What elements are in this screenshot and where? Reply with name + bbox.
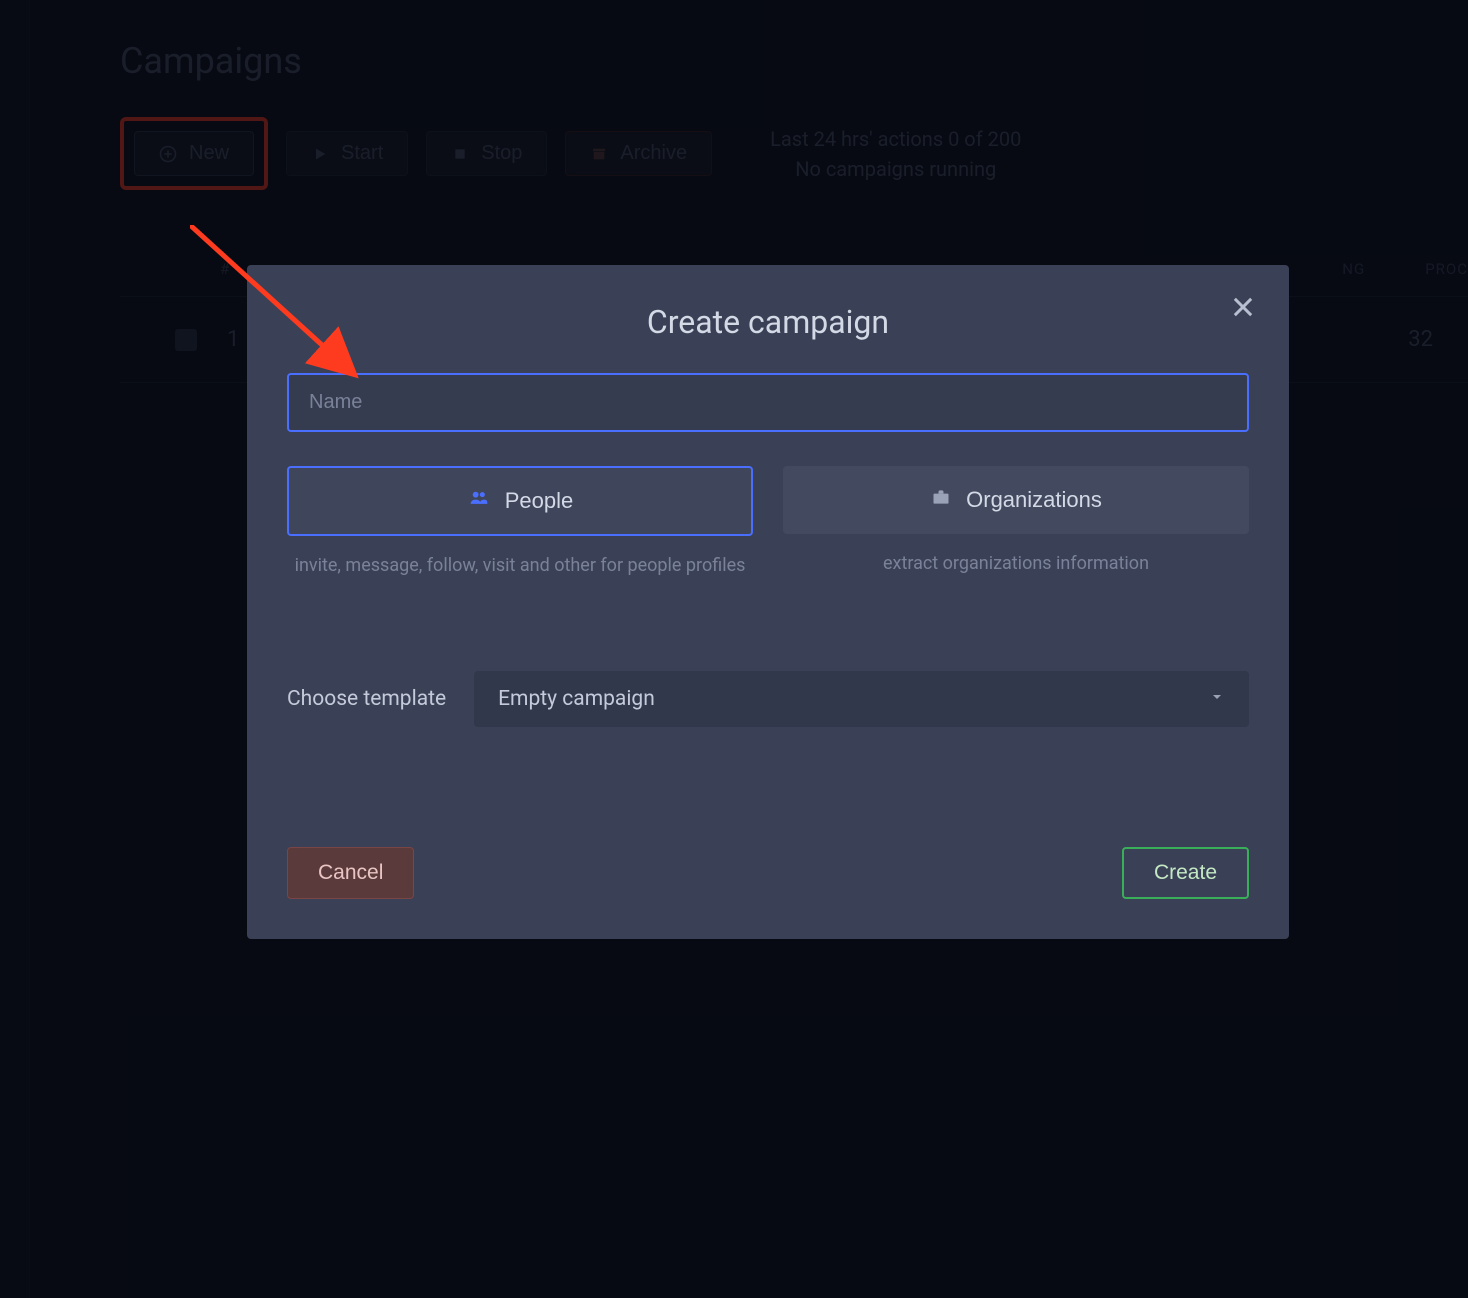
campaign-name-input[interactable] bbox=[287, 373, 1249, 432]
new-button-label: New bbox=[189, 142, 229, 165]
column-header-ng: NG bbox=[1342, 260, 1425, 278]
plus-circle-icon bbox=[159, 145, 177, 163]
page-title: Campaigns bbox=[120, 40, 1468, 82]
status-line-1: Last 24 hrs' actions 0 of 200 bbox=[770, 124, 1021, 154]
status-text: Last 24 hrs' actions 0 of 200 No campaig… bbox=[770, 124, 1021, 184]
create-campaign-modal: Create campaign People invite, message, … bbox=[247, 265, 1289, 939]
row-value: 32 bbox=[1408, 327, 1468, 352]
archive-icon bbox=[590, 145, 608, 163]
stop-button[interactable]: Stop bbox=[426, 131, 547, 176]
briefcase-icon bbox=[930, 487, 952, 513]
modal-footer: Cancel Create bbox=[287, 847, 1249, 899]
stop-icon bbox=[451, 145, 469, 163]
start-button[interactable]: Start bbox=[286, 131, 408, 176]
modal-title: Create campaign bbox=[287, 303, 1249, 341]
people-type-button[interactable]: People bbox=[287, 466, 753, 536]
template-label: Choose template bbox=[287, 687, 446, 711]
people-type-label: People bbox=[505, 488, 574, 514]
toolbar: New Start Stop Archive Last 24 hrs' acti… bbox=[120, 117, 1468, 190]
create-button[interactable]: Create bbox=[1122, 847, 1249, 899]
cancel-button[interactable]: Cancel bbox=[287, 847, 414, 899]
chevron-down-icon bbox=[1209, 687, 1225, 711]
archive-button-label: Archive bbox=[620, 142, 687, 165]
column-header-proc: PROC bbox=[1425, 260, 1468, 278]
row-number: 1 bbox=[227, 327, 239, 352]
column-header-hash: # bbox=[120, 260, 220, 278]
close-button[interactable] bbox=[1229, 293, 1257, 321]
template-select[interactable]: Empty campaign bbox=[474, 671, 1249, 727]
row-checkbox[interactable] bbox=[175, 329, 197, 351]
annotation-highlight-box: New bbox=[120, 117, 268, 190]
template-selected-value: Empty campaign bbox=[498, 687, 655, 711]
stop-button-label: Stop bbox=[481, 142, 522, 165]
new-button[interactable]: New bbox=[134, 131, 254, 176]
people-column: People invite, message, follow, visit an… bbox=[287, 466, 753, 581]
people-type-description: invite, message, follow, visit and other… bbox=[287, 552, 753, 581]
status-line-2: No campaigns running bbox=[770, 154, 1021, 184]
people-icon bbox=[467, 488, 491, 514]
play-icon bbox=[311, 145, 329, 163]
campaign-type-row: People invite, message, follow, visit an… bbox=[287, 466, 1249, 581]
sidebar-edge bbox=[0, 0, 30, 1298]
start-button-label: Start bbox=[341, 142, 383, 165]
archive-button[interactable]: Archive bbox=[565, 131, 712, 176]
organizations-type-button[interactable]: Organizations bbox=[783, 466, 1249, 534]
organizations-type-description: extract organizations information bbox=[783, 550, 1249, 579]
organizations-type-label: Organizations bbox=[966, 487, 1102, 513]
template-row: Choose template Empty campaign bbox=[287, 671, 1249, 727]
organizations-column: Organizations extract organizations info… bbox=[783, 466, 1249, 581]
